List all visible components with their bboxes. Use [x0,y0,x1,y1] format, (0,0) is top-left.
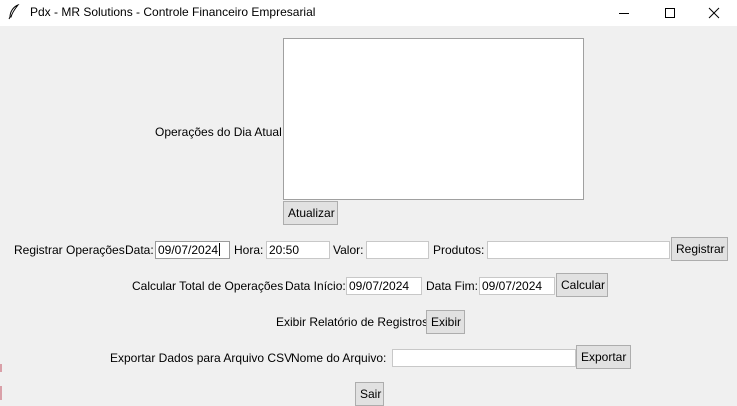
hora-label: Hora: [234,243,264,257]
window-title: Pdx - MR Solutions - Controle Financeiro… [30,5,316,19]
relatorio-label: Exibir Relatório de Registros [276,315,429,329]
data-inicio-field[interactable]: 09/07/2024 [346,277,422,295]
minimize-button[interactable] [601,0,647,26]
nome-arquivo-field[interactable] [392,349,576,367]
exportar-button[interactable]: Exportar [576,345,631,369]
exibir-button[interactable]: Exibir [426,310,465,334]
produtos-field[interactable] [487,241,670,259]
hora-field[interactable]: 20:50 [266,241,330,259]
minimize-icon [619,13,629,14]
valor-field[interactable] [366,241,429,259]
text-caret [219,243,221,256]
registrar-label: Registrar Operações [14,243,125,257]
data-fim-label: Data Fim: [426,279,479,293]
maximize-icon [665,8,675,18]
data-inicio-label: Data Início: [285,279,346,293]
data-field-value: 09/07/2024 [158,243,219,257]
registrar-button[interactable]: Registrar [671,237,728,261]
maximize-button[interactable] [647,0,693,26]
data-label: Data: [125,243,154,257]
feather-icon [6,3,22,20]
exportar-label: Exportar Dados para Arquivo CSV [110,351,293,365]
operacoes-dia-label: Operações do Dia Atual [155,125,282,139]
nome-arquivo-label: Nome do Arquivo: [291,351,387,365]
data-fim-field[interactable]: 09/07/2024 [479,277,555,295]
close-button[interactable] [691,0,737,26]
calcular-label: Calcular Total de Operações [132,279,284,293]
data-field[interactable]: 09/07/2024 [155,241,230,259]
sair-button[interactable]: Sair [355,382,384,406]
atualizar-button[interactable]: Atualizar [283,201,338,225]
title-bar[interactable]: Pdx - MR Solutions - Controle Financeiro… [0,0,737,26]
valor-label: Valor: [333,243,364,257]
edge-artifact [0,364,2,372]
produtos-label: Produtos: [433,243,485,257]
operations-listbox[interactable] [283,38,584,200]
calcular-button[interactable]: Calcular [556,273,608,297]
close-icon [708,7,720,19]
edge-artifact [0,386,2,400]
